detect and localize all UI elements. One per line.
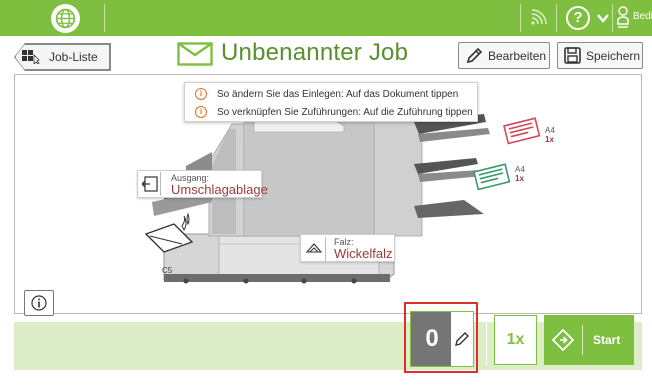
topbar-divider: [556, 4, 557, 32]
start-button[interactable]: Start: [544, 315, 634, 365]
tip-text: So ändern Sie das Einlegen: Auf das Doku…: [217, 88, 459, 100]
edit-button[interactable]: Bearbeiten: [458, 42, 550, 69]
multiplier-button[interactable]: 1x: [494, 315, 537, 365]
counter-value: 0: [425, 325, 439, 352]
feeder2-size: A4: [515, 165, 525, 174]
save-label: Speichern: [586, 48, 641, 63]
edit-label: Bearbeiten: [488, 48, 547, 63]
tip-text: So verknüpfen Sie Zuführungen: Auf die Z…: [217, 106, 473, 118]
user-avatar-icon: [617, 6, 629, 35]
info-button[interactable]: [24, 290, 54, 316]
chevron-down-icon[interactable]: [596, 11, 610, 25]
feeder1-size: A4: [545, 126, 555, 135]
envelope-icon: [177, 42, 213, 71]
topbar-divider: [612, 4, 613, 32]
job-title: Unbenannter Job: [221, 39, 409, 66]
job-list-label: Job-Liste: [49, 50, 98, 64]
start-diamond-icon: [544, 329, 582, 351]
topbar-divider: [520, 4, 521, 32]
start-label: Start: [593, 333, 621, 347]
save-icon: [564, 47, 581, 64]
tip-item: i So ändern Sie das Einlegen: Auf das Do…: [195, 88, 458, 100]
output-value: Umschlagablage: [171, 182, 268, 197]
fold-value: Wickelfalz: [334, 246, 393, 261]
tip-item: i So verknüpfen Sie Zuführungen: Auf die…: [195, 106, 473, 118]
envelope-size-label: C5: [162, 266, 173, 275]
fold-icon: [305, 242, 323, 261]
help-button[interactable]: ?: [566, 6, 590, 30]
bottom-divider: [486, 315, 487, 365]
output-exit-icon: [141, 176, 158, 197]
counter-control[interactable]: 0: [410, 311, 474, 367]
info-warning-icon: i: [195, 106, 207, 118]
output-callout[interactable]: Ausgang: Umschlagablage: [137, 170, 268, 198]
info-icon: [31, 295, 47, 311]
start-divider: [582, 325, 583, 355]
feeder1-count: 1x: [545, 135, 554, 144]
save-button[interactable]: Speichern: [557, 42, 643, 69]
pencil-icon[interactable]: [451, 312, 473, 366]
wifi-icon: [530, 8, 550, 28]
fold-callout[interactable]: Falz: Wickelfalz: [300, 234, 395, 262]
top-bar: ?: [0, 0, 652, 36]
job-list-button[interactable]: Job-Liste: [15, 44, 110, 70]
pencil-icon: [465, 47, 483, 65]
feeder2-count: 1x: [515, 174, 524, 183]
tips-popup: i So ändern Sie das Einlegen: Auf das Do…: [184, 82, 478, 122]
grid-list-icon: [22, 50, 40, 64]
topbar-divider: [104, 4, 105, 32]
globe-icon[interactable]: [51, 4, 80, 33]
user-name-label[interactable]: Bediener: [633, 11, 652, 22]
info-warning-icon: i: [195, 88, 207, 100]
